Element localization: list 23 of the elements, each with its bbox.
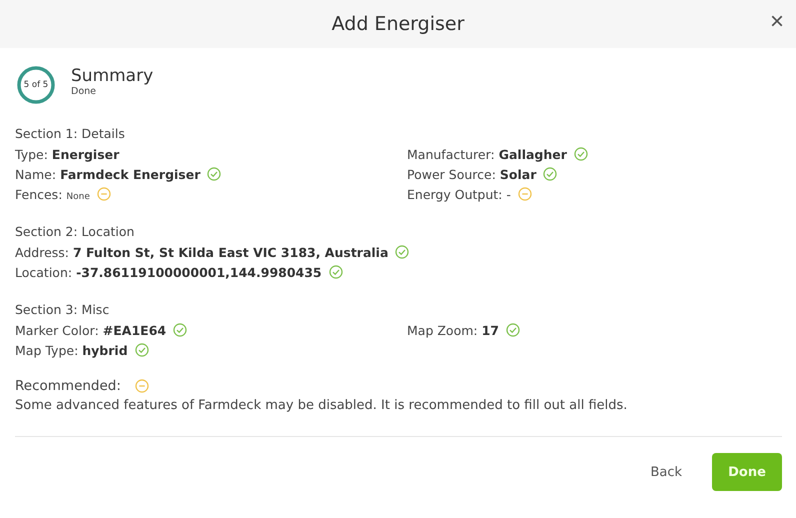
field-text: Power Source: Solar <box>407 166 536 182</box>
field-text: Map Zoom: 17 <box>407 322 499 338</box>
field-text: Fences: None <box>15 186 90 202</box>
section-heading: Section 2: Location <box>15 223 136 241</box>
recommended-heading: Recommended: <box>15 377 121 396</box>
close-button[interactable]: × <box>766 8 788 36</box>
field-text: Location: -37.86119100000001,144.9980435 <box>15 264 322 280</box>
field-text: Manufacturer: Gallagher <box>407 146 567 162</box>
field-text: Map Type: hybrid <box>15 342 128 358</box>
step-counter: 5 of 5 <box>24 80 48 90</box>
step-status: Done <box>71 86 97 96</box>
field-text: Energy Output: - <box>407 186 511 202</box>
progress-ring <box>15 64 57 106</box>
recommendation-text: Some advanced features of Farmdeck may be disabled. It is recommended to fill out all fields. <box>15 397 628 415</box>
field-text: Type: Energiser <box>15 146 120 162</box>
back-button[interactable]: Back <box>640 456 692 488</box>
field-text: Address: 7 Fulton St, St Kilda East VIC 3183, Australia <box>15 244 388 260</box>
section-heading: Section 3: Misc <box>15 301 110 319</box>
dialog-title: Add Energiser <box>332 13 464 35</box>
field-text: Name: Farmdeck Energiser <box>15 166 200 182</box>
field-text: Marker Color: #EA1E64 <box>15 322 166 338</box>
section-heading: Section 1: Details <box>15 125 126 143</box>
step-title: Summary <box>71 66 154 86</box>
